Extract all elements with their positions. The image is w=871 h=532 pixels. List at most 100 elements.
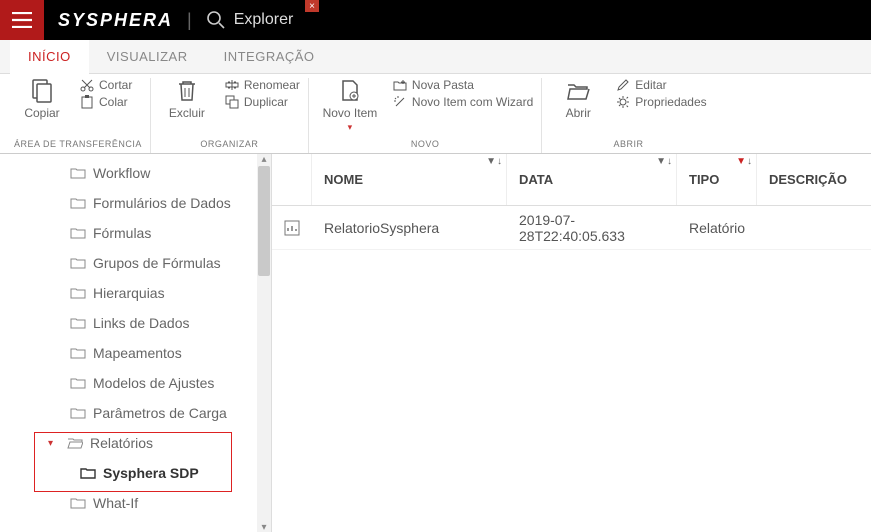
tab-inicio[interactable]: INÍCIO [10,40,89,74]
tree-item-formularios[interactable]: Formulários de Dados [0,188,271,218]
scroll-up-icon[interactable]: ▴ [259,154,269,164]
new-folder-icon [393,78,407,92]
ribbon-group-open: Abrir Editar Propriedades ABRIR [542,78,714,153]
group-label: ÁREA DE TRANSFERÊNCIA [14,137,142,153]
sort-icon: ↓ [497,156,502,167]
folder-icon [70,286,86,300]
scroll-down-icon[interactable]: ▾ [259,522,269,532]
tree-label: Hierarquias [93,285,165,301]
tree-item-sysphera-sdp[interactable]: Sysphera SDP [0,458,271,488]
column-header-descricao[interactable]: DESCRIÇÃO [757,154,871,205]
tab-integracao[interactable]: INTEGRAÇÃO [206,40,333,73]
filter-icon: ▼ [736,156,746,167]
button-label: Copiar [24,106,59,120]
filter-icon: ▼ [486,156,496,167]
ribbon-group-new: Novo Item ▾ Nova Pasta Novo Item com Wiz… [309,78,542,153]
button-label: Nova Pasta [412,78,474,92]
tree: Workflow Formulários de Dados Fórmulas G… [0,154,271,522]
tree-label: Formulários de Dados [93,195,231,211]
properties-icon [616,95,630,109]
open-button[interactable]: Abrir [550,78,606,120]
column-header-icon[interactable] [272,154,312,205]
tree-item-modelos-ajustes[interactable]: Modelos de Ajustes [0,368,271,398]
chevron-down-icon: ▾ [348,122,353,133]
header-label: DATA [519,172,553,187]
filter-sort-indicator[interactable]: ▼↓ [736,156,752,167]
search-icon[interactable] [206,10,226,30]
close-button[interactable]: × [305,0,319,12]
tree-item-hierarquias[interactable]: Hierarquias [0,278,271,308]
edit-button[interactable]: Editar [616,78,706,92]
sidebar: Workflow Formulários de Dados Fórmulas G… [0,154,272,532]
duplicate-button[interactable]: Duplicar [225,95,300,109]
tree-item-mapeamentos[interactable]: Mapeamentos [0,338,271,368]
tree-item-relatorios[interactable]: ▾ Relatórios [0,428,271,458]
folder-icon [70,226,86,240]
grid-header: NOME ▼↓ DATA ▼↓ TIPO ▼↓ DESCRIÇÃO [272,154,871,206]
tree-item-workflow[interactable]: Workflow [0,158,271,188]
scroll-thumb[interactable] [258,166,270,276]
table-row[interactable]: RelatorioSysphera 2019-07-28T22:40:05.63… [272,206,871,250]
paste-button[interactable]: Colar [80,95,132,109]
sort-icon: ↓ [667,156,672,167]
tree-label: Links de Dados [93,315,190,331]
button-label: Cortar [99,78,132,92]
cut-button[interactable]: Cortar [80,78,132,92]
scissors-icon [80,78,94,92]
menu-button[interactable] [0,0,44,40]
new-item-button[interactable]: Novo Item ▾ [317,78,383,133]
chevron-down-icon[interactable]: ▾ [48,438,58,449]
group-label: ABRIR [550,137,706,153]
filter-sort-indicator[interactable]: ▼↓ [486,156,502,167]
tab-label: INÍCIO [28,49,71,64]
rename-button[interactable]: Renomear [225,78,300,92]
column-header-data[interactable]: DATA ▼↓ [507,154,677,205]
scrollbar[interactable]: ▴ ▾ [257,154,271,532]
filter-sort-indicator[interactable]: ▼↓ [656,156,672,167]
hamburger-icon [12,12,32,28]
tree-label: Relatórios [90,435,153,451]
column-header-nome[interactable]: NOME ▼↓ [312,154,507,205]
delete-button[interactable]: Excluir [159,78,215,120]
tree-label: Workflow [93,165,150,181]
rename-icon [225,78,239,92]
tab-label: VISUALIZAR [107,49,188,64]
folder-icon [70,346,86,360]
tab-label: INTEGRAÇÃO [224,49,315,64]
duplicate-icon [225,95,239,109]
properties-button[interactable]: Propriedades [616,95,706,109]
tree-item-formulas[interactable]: Fórmulas [0,218,271,248]
divider: | [187,10,192,31]
trash-icon [174,78,200,104]
topbar: SYSPHERA | Explorer × [0,0,871,40]
copy-button[interactable]: Copiar [14,78,70,120]
open-folder-icon [565,78,591,104]
folder-icon [70,316,86,330]
folder-icon [70,406,86,420]
button-label: Novo Item com Wizard [412,95,533,109]
tree-label: What-If [93,495,138,511]
tree-item-parametros-carga[interactable]: Parâmetros de Carga [0,398,271,428]
cell-tipo: Relatório [677,220,757,236]
tree-item-links-dados[interactable]: Links de Dados [0,308,271,338]
header-label: DESCRIÇÃO [769,172,847,187]
button-label: Excluir [169,106,205,120]
tree-item-whatif[interactable]: What-If [0,488,271,518]
button-label: Colar [99,95,128,109]
tree-label: Grupos de Fórmulas [93,255,221,271]
tree-item-grupos-formulas[interactable]: Grupos de Fórmulas [0,248,271,278]
tree-label: Fórmulas [93,225,151,241]
folder-icon [70,256,86,270]
tab-visualizar[interactable]: VISUALIZAR [89,40,206,73]
cell-nome: RelatorioSysphera [312,220,507,236]
group-label: ORGANIZAR [159,137,300,153]
new-folder-button[interactable]: Nova Pasta [393,78,533,92]
main-area: Workflow Formulários de Dados Fórmulas G… [0,154,871,532]
copy-icon [29,78,55,104]
new-wizard-button[interactable]: Novo Item com Wizard [393,95,533,109]
edit-icon [616,78,630,92]
column-header-tipo[interactable]: TIPO ▼↓ [677,154,757,205]
tree-label: Mapeamentos [93,345,182,361]
wizard-icon [393,95,407,109]
button-label: Renomear [244,78,300,92]
